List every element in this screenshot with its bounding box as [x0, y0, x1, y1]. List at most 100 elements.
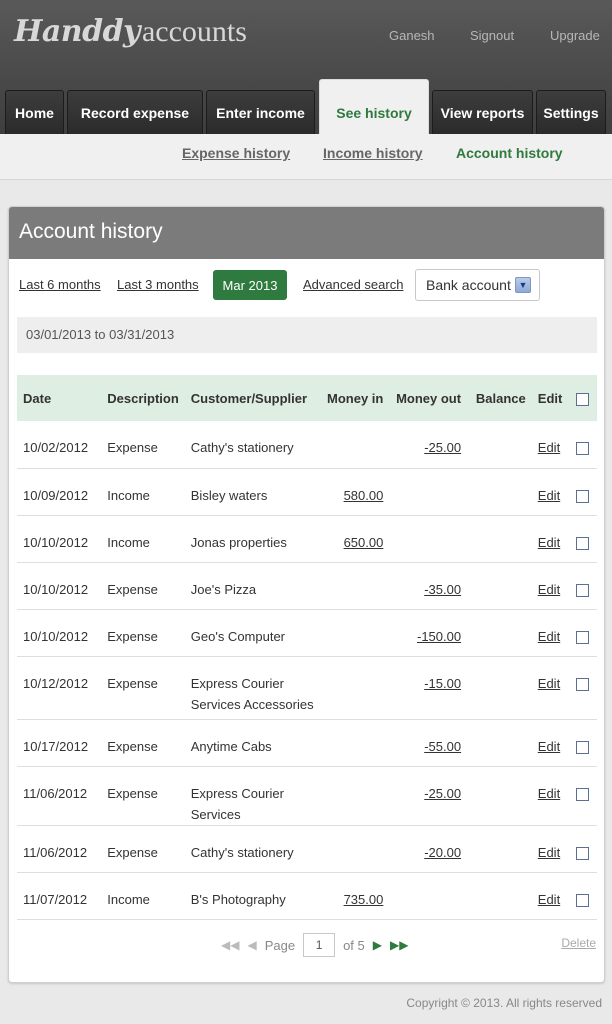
row-customer-supplier: Cathy's stationery — [190, 440, 294, 455]
subnav-expense-history[interactable]: Expense history — [182, 145, 290, 161]
row-description: Expense — [107, 738, 158, 754]
prev-page-icon[interactable]: ◀ — [247, 938, 256, 952]
filter-last-6-months[interactable]: Last 6 months — [19, 277, 101, 292]
row-money-out[interactable]: -150.00 — [417, 629, 461, 644]
row-edit-link[interactable]: Edit — [538, 629, 560, 644]
advanced-search-link[interactable]: Advanced search — [303, 277, 403, 292]
last-page-icon[interactable]: ▶▶ — [390, 938, 408, 952]
row-money-out[interactable]: -20.00 — [424, 845, 461, 860]
tab-view-reports[interactable]: View reports — [432, 90, 533, 134]
tab-record-expense[interactable]: Record expense — [67, 90, 203, 134]
subnav-account-history[interactable]: Account history — [456, 145, 563, 161]
table-row: 10/12/2012 Expense Express Courier Service… — [17, 656, 597, 719]
row-edit-link[interactable]: Edit — [538, 845, 560, 860]
row-checkbox[interactable] — [576, 442, 590, 456]
row-customer-supplier: Anytime Cabs — [190, 738, 272, 754]
table-row: 10/10/2012 Income Jonas properties 650.00 Ed… — [17, 515, 597, 562]
row-date: 10/12/2012 — [23, 675, 89, 691]
sub-navigation: Expense history Income history Account h… — [0, 134, 612, 180]
row-edit-link[interactable]: Edit — [538, 535, 560, 550]
tab-home[interactable]: Home — [5, 90, 64, 134]
table-row: 10/10/2012 Expense Geo's Computer -150.00 Ed… — [17, 609, 597, 656]
row-edit-link[interactable]: Edit — [538, 488, 560, 503]
signout-link[interactable]: Signout — [470, 28, 514, 43]
row-checkbox[interactable] — [576, 489, 590, 503]
row-edit-link[interactable]: Edit — [538, 892, 560, 907]
row-money-out[interactable]: -15.00 — [424, 676, 461, 691]
subnav-income-history[interactable]: Income history — [323, 145, 423, 161]
row-description: Expense — [107, 785, 158, 801]
col-money-in: Money in — [327, 390, 384, 406]
row-description: Expense — [107, 581, 158, 597]
row-customer-supplier: Joe's Pizza — [190, 581, 257, 597]
row-money-out[interactable]: -55.00 — [424, 739, 461, 754]
row-date: 10/10/2012 — [23, 581, 89, 597]
row-money-in[interactable]: 735.00 — [344, 892, 384, 907]
row-checkbox[interactable] — [576, 893, 590, 907]
tab-see-history[interactable]: See history — [319, 79, 429, 134]
row-description: Expense — [107, 440, 158, 455]
transactions-table: Date Description Customer/Supplier Money… — [17, 375, 597, 920]
row-edit-link[interactable]: Edit — [538, 676, 560, 691]
row-checkbox[interactable] — [576, 677, 590, 691]
row-checkbox[interactable] — [576, 740, 590, 754]
row-date: 10/10/2012 — [23, 628, 89, 644]
table-row: 10/02/2012 Expense Cathy's stationery -25.0… — [17, 421, 597, 468]
row-edit-link[interactable]: Edit — [538, 786, 560, 801]
row-customer-supplier: Express Courier Services Accessories — [190, 675, 314, 712]
row-edit-link[interactable]: Edit — [538, 739, 560, 754]
panel-title: Account history — [9, 207, 604, 259]
row-checkbox[interactable] — [576, 846, 590, 860]
account-select[interactable]: Bank account ▼ — [415, 269, 540, 301]
logo-script-text: Handdy — [14, 14, 140, 49]
app-logo[interactable]: Handdyaccounts — [14, 12, 247, 52]
row-description: Income — [107, 534, 150, 550]
row-money-in[interactable]: 580.00 — [344, 488, 384, 503]
row-checkbox[interactable] — [576, 583, 590, 597]
row-money-out[interactable]: -25.00 — [424, 440, 461, 455]
row-customer-supplier: Cathy's stationery — [190, 844, 294, 860]
user-name-link[interactable]: Ganesh — [389, 28, 435, 43]
tab-enter-income[interactable]: Enter income — [206, 90, 315, 134]
col-description: Description — [107, 390, 179, 406]
row-description: Expense — [107, 675, 158, 691]
row-edit-link[interactable]: Edit — [538, 440, 560, 455]
app-header: Handdyaccounts Ganesh Signout Upgrade Ho… — [0, 0, 612, 134]
page-total: of 5 — [343, 937, 365, 953]
date-range-display: 03/01/2013 to 03/31/2013 — [17, 317, 597, 353]
row-description: Expense — [107, 844, 158, 860]
upgrade-link[interactable]: Upgrade — [550, 28, 600, 43]
col-money-out: Money out — [396, 390, 462, 406]
footer-copyright: Copyright © 2013. All rights reserved — [406, 996, 602, 1010]
row-date: 11/06/2012 — [23, 844, 88, 860]
tab-settings[interactable]: Settings — [536, 90, 606, 134]
first-page-icon[interactable]: ◀◀ — [221, 938, 239, 952]
row-date: 10/10/2012 — [23, 534, 89, 550]
delete-link[interactable]: Delete — [561, 936, 596, 950]
row-checkbox[interactable] — [576, 630, 590, 644]
row-edit-link[interactable]: Edit — [538, 582, 560, 597]
filter-current-month-button[interactable]: Mar 2013 — [213, 270, 287, 300]
chevron-down-icon[interactable]: ▼ — [515, 277, 531, 293]
account-history-panel: Account history Last 6 months Last 3 mon… — [8, 206, 605, 983]
row-checkbox[interactable] — [576, 787, 590, 801]
row-customer-supplier: Jonas properties — [190, 534, 287, 550]
table-row: 10/09/2012 Income Bisley waters 580.00 Edit — [17, 468, 597, 515]
row-money-in[interactable]: 650.00 — [344, 535, 384, 550]
row-money-out[interactable]: -25.00 — [424, 786, 461, 801]
col-date: Date — [23, 390, 52, 406]
logo-plain-text: accounts — [141, 15, 247, 48]
filter-last-3-months[interactable]: Last 3 months — [117, 277, 199, 292]
row-date: 10/02/2012 — [23, 440, 89, 455]
row-money-out[interactable]: -35.00 — [424, 582, 461, 597]
row-customer-supplier: Express Courier Services — [190, 785, 284, 822]
col-edit: Edit — [537, 390, 563, 406]
table-header-row: Date Description Customer/Supplier Money… — [17, 375, 597, 421]
row-customer-supplier: Bisley waters — [190, 487, 268, 503]
next-page-icon[interactable]: ▶ — [373, 938, 382, 952]
page-number-input[interactable]: 1 — [303, 933, 336, 957]
row-checkbox[interactable] — [576, 536, 590, 550]
row-date: 11/07/2012 — [23, 891, 88, 907]
select-all-checkbox[interactable] — [576, 392, 590, 406]
col-customer-supplier: Customer/Supplier — [190, 390, 308, 406]
